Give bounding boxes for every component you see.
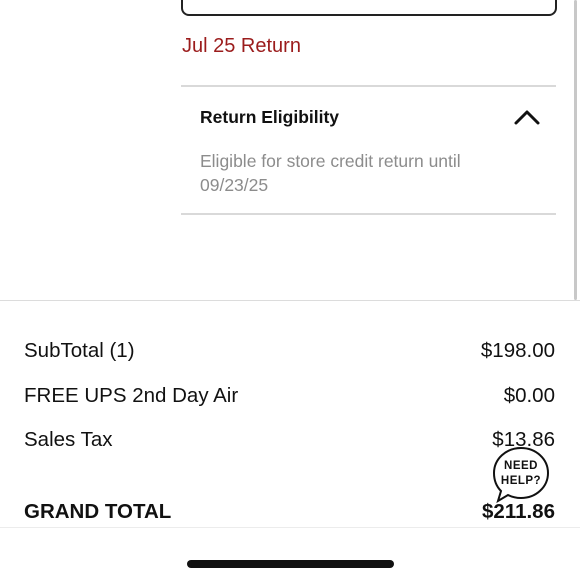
bottom-safe-area <box>0 527 580 581</box>
shipping-label: FREE UPS 2nd Day Air <box>24 384 239 407</box>
return-eligibility-title[interactable]: Return Eligibility <box>200 107 339 128</box>
section-divider-top <box>181 85 556 87</box>
subtotal-label: SubTotal (1) <box>24 339 135 362</box>
home-indicator[interactable] <box>187 560 394 568</box>
grand-total-label: GRAND TOTAL <box>24 500 172 523</box>
sales-tax-label: Sales Tax <box>24 428 113 451</box>
section-divider-bottom <box>181 213 556 215</box>
item-action-button[interactable]: •••••••••••••••• <box>181 0 557 16</box>
shipping-value: $0.00 <box>503 384 555 407</box>
summary-divider <box>0 300 580 301</box>
need-help-label: NEED HELP? <box>500 460 542 487</box>
subtotal-value: $198.00 <box>480 339 555 362</box>
need-help-button[interactable]: NEED HELP? <box>492 446 550 504</box>
return-date-label: Jul 25 Return <box>182 35 301 57</box>
scrollbar[interactable] <box>574 0 577 300</box>
return-eligibility-description: Eligible for store credit return until 0… <box>200 151 461 195</box>
chevron-up-icon[interactable] <box>512 104 542 128</box>
